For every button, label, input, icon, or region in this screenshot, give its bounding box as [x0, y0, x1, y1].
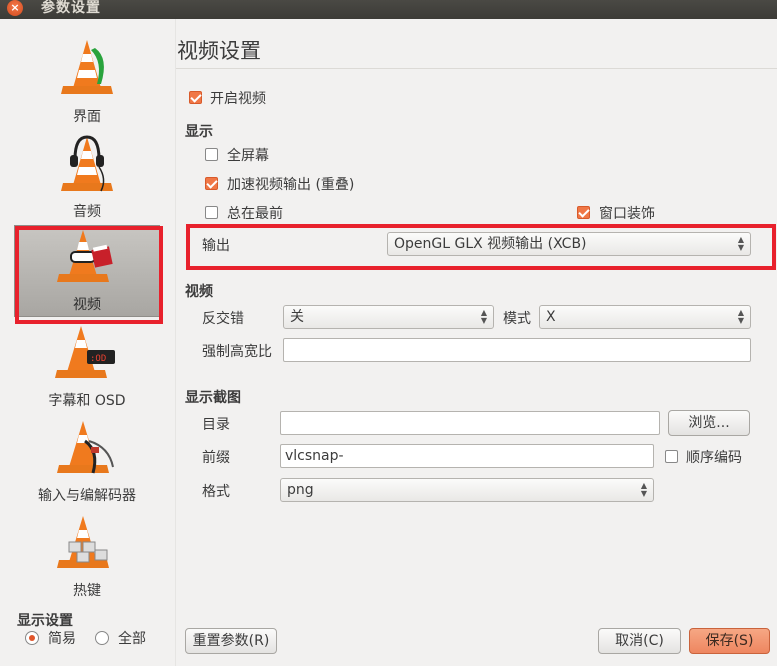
- mode-simple-label: 简易: [48, 631, 76, 647]
- updown-arrows-icon: ▲ ▼: [480, 308, 487, 325]
- sequential-numbering-label: 顺序编码: [686, 450, 742, 466]
- vlc-cone-interface-icon: [61, 40, 113, 94]
- updown-arrows-icon: ▲ ▼: [737, 235, 744, 252]
- sidebar-item-label: 音频: [73, 204, 101, 220]
- output-select-value: OpenGL GLX 视频输出 (XCB): [394, 236, 587, 252]
- vlc-cone-codecs-icon: [57, 421, 114, 474]
- sidebar-item-hotkeys[interactable]: 热键: [14, 510, 160, 602]
- browse-button[interactable]: 浏览...: [668, 410, 750, 436]
- sidebar-item-subtitles-osd[interactable]: :OD 字幕和 OSD: [14, 320, 160, 412]
- updown-arrows-icon: ▲ ▼: [737, 308, 744, 325]
- show-settings-label: 显示设置: [17, 613, 73, 629]
- enable-video-checkbox[interactable]: [189, 91, 202, 104]
- sidebar-item-label: 热键: [73, 583, 101, 599]
- sidebar-divider: [175, 19, 176, 666]
- accelerated-output-label: 加速视频输出 (重叠): [227, 177, 355, 193]
- window-title: 参数设置: [41, 0, 101, 16]
- output-label: 输出: [202, 238, 230, 254]
- deinterlace-label: 反交错: [202, 311, 244, 327]
- sidebar-item-input-codecs[interactable]: 输入与编解码器: [14, 415, 160, 507]
- directory-input[interactable]: [280, 411, 660, 435]
- sidebar-item-label: 视频: [73, 297, 101, 313]
- title-divider: [176, 68, 777, 69]
- prefix-label: 前缀: [202, 450, 230, 466]
- deinterlace-select-value: 关: [290, 309, 304, 325]
- sidebar-item-audio[interactable]: 音频: [14, 131, 160, 223]
- always-on-top-checkbox[interactable]: [205, 206, 218, 219]
- sidebar: 界面 音频 视频:OD 字幕和 OSD 输入与编解码器 热键 显示设置 简易 …: [0, 19, 175, 666]
- sidebar-item-label: 输入与编解码器: [38, 488, 136, 504]
- mode-all-radio[interactable]: [95, 631, 109, 645]
- vlc-cone-audio-icon: [61, 135, 113, 192]
- save-button[interactable]: 保存(S): [689, 628, 770, 654]
- deinterlace-select[interactable]: 关 ▲ ▼: [283, 305, 494, 329]
- enable-video-label: 开启视频: [210, 91, 266, 107]
- always-on-top-label: 总在最前: [227, 206, 283, 222]
- window-decorations-label: 窗口装饰: [599, 206, 655, 222]
- vlc-cone-subtitles-icon: :OD: [55, 326, 115, 378]
- aspect-ratio-input[interactable]: [283, 338, 751, 362]
- reset-preferences-button[interactable]: 重置参数(R): [185, 628, 277, 654]
- deinterlace-mode-value: X: [546, 309, 556, 325]
- output-select[interactable]: OpenGL GLX 视频输出 (XCB) ▲ ▼: [387, 232, 751, 256]
- snapshot-section-heading: 显示截图: [185, 390, 241, 406]
- sequential-numbering-checkbox[interactable]: [665, 450, 678, 463]
- display-section-heading: 显示: [185, 124, 213, 140]
- mode-all-label: 全部: [118, 631, 146, 647]
- svg-text::OD: :OD: [90, 354, 106, 364]
- aspect-ratio-label: 强制高宽比: [202, 344, 272, 360]
- updown-arrows-icon: ▲ ▼: [640, 481, 647, 498]
- sidebar-item-label: 字幕和 OSD: [48, 393, 126, 409]
- deinterlace-mode-select[interactable]: X ▲ ▼: [539, 305, 751, 329]
- deinterlace-mode-label: 模式: [503, 311, 531, 327]
- mode-simple-radio[interactable]: [25, 631, 39, 645]
- page-title: 视频设置: [177, 39, 261, 63]
- format-select[interactable]: png ▲ ▼: [280, 478, 654, 502]
- sidebar-item-video[interactable]: 视频: [14, 225, 160, 317]
- window-decorations-checkbox[interactable]: [577, 206, 590, 219]
- format-label: 格式: [202, 484, 230, 500]
- accelerated-output-checkbox[interactable]: [205, 177, 218, 190]
- title-bar: × 参数设置: [0, 0, 777, 19]
- fullscreen-label: 全屏幕: [227, 148, 269, 164]
- format-select-value: png: [287, 482, 314, 498]
- video-section-heading: 视频: [185, 284, 213, 300]
- vlc-cone-video-icon: [57, 230, 113, 282]
- cancel-button[interactable]: 取消(C): [598, 628, 681, 654]
- prefix-input[interactable]: vlcsnap-: [280, 444, 654, 468]
- directory-label: 目录: [202, 417, 230, 433]
- fullscreen-checkbox[interactable]: [205, 148, 218, 161]
- close-icon[interactable]: ×: [7, 0, 23, 16]
- sidebar-item-label: 界面: [73, 109, 101, 125]
- sidebar-item-interface[interactable]: 界面: [14, 36, 160, 128]
- vlc-cone-hotkeys-icon: [57, 516, 109, 568]
